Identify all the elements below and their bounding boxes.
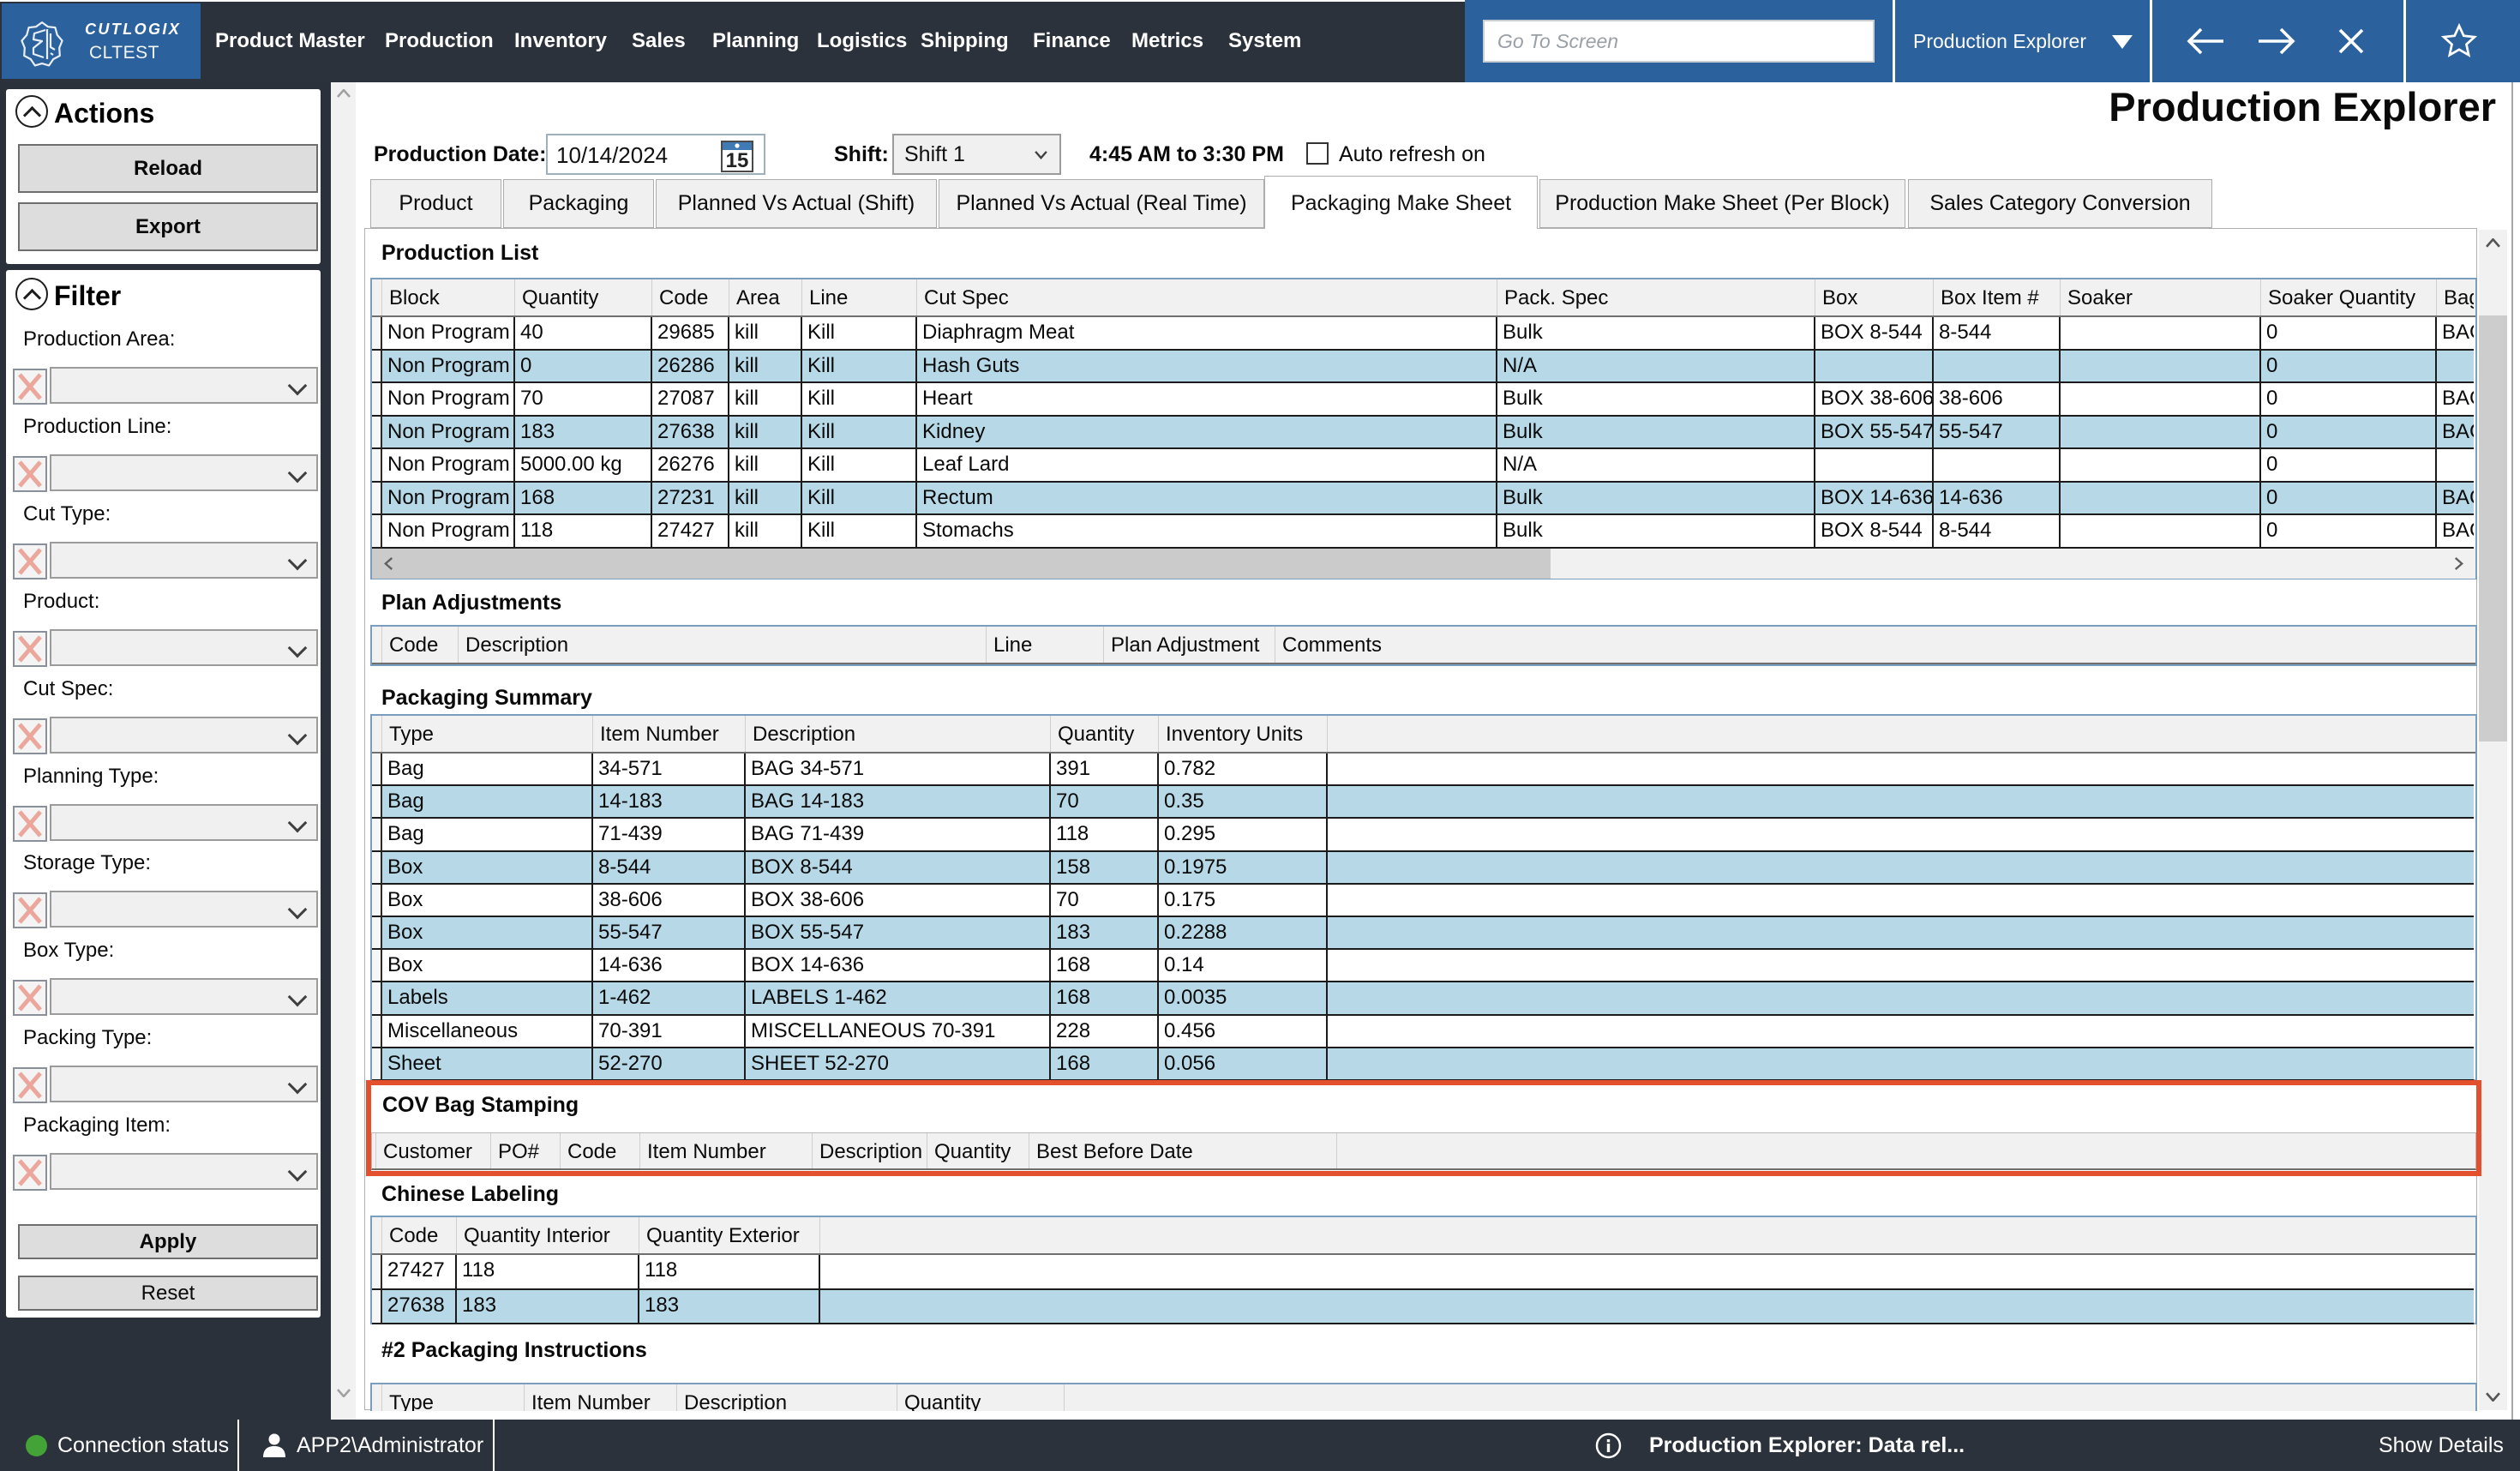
- svg-text:15: 15: [726, 149, 749, 172]
